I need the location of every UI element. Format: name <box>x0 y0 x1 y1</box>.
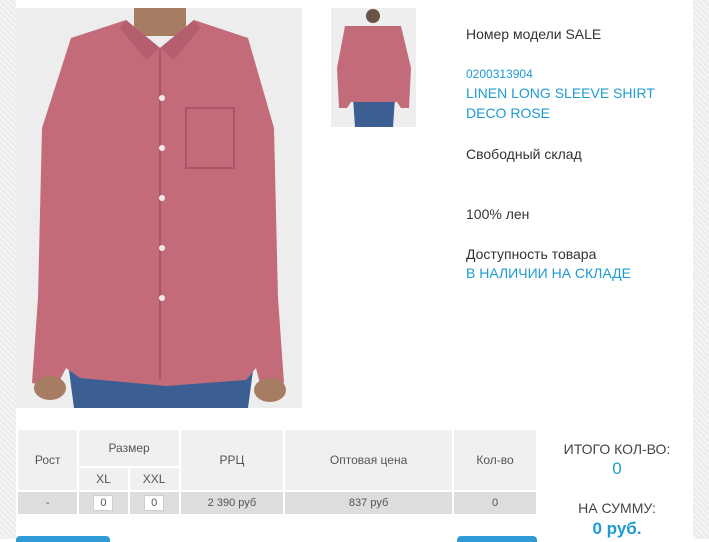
total-sum-value: 0 руб. <box>592 519 642 538</box>
thumbnail-back-view[interactable] <box>331 8 416 127</box>
cell-size-xl: 0 <box>77 490 130 516</box>
cell-qty: 0 <box>452 490 538 516</box>
right-border <box>693 0 709 539</box>
sku-link[interactable]: 0200313904 <box>466 65 533 83</box>
shirt-back-image <box>331 8 416 127</box>
header-rrp: РРЦ <box>178 428 286 492</box>
cell-wholesale: 837 руб <box>283 490 455 516</box>
bottom-right-button[interactable] <box>457 536 537 542</box>
qty-input-xl[interactable]: 0 <box>93 495 114 511</box>
header-height: Рост <box>15 428 80 492</box>
total-qty-value: 0 <box>612 459 622 478</box>
header-qty: Кол-во <box>452 428 538 492</box>
cell-height: - <box>15 490 80 516</box>
shirt-front-image <box>16 8 302 408</box>
model-number-label: Номер модели SALE <box>466 26 602 42</box>
header-size-xxl: XXL <box>127 466 181 492</box>
bottom-left-button[interactable] <box>16 536 110 542</box>
header-size: Размер <box>77 428 181 468</box>
material-label: 100% лен <box>466 206 530 222</box>
main-product-photo[interactable] <box>16 8 302 408</box>
cell-size-xxl: 0 <box>127 490 181 516</box>
table-row: - 0 0 2 390 руб 837 руб 0 <box>15 490 538 516</box>
left-border <box>0 0 16 539</box>
order-table: Рост Размер РРЦ Оптовая цена Кол-во XL X… <box>15 428 538 516</box>
qty-input-xxl[interactable]: 0 <box>144 495 165 511</box>
header-size-xl: XL <box>77 466 130 492</box>
total-qty-label: ИТОГО КОЛ-ВО: <box>563 441 671 457</box>
product-name-line1[interactable]: LINEN LONG SLEEVE SHIRT <box>466 83 655 103</box>
availability-label: Доступность товара <box>466 246 597 262</box>
cell-rrp: 2 390 руб <box>178 490 286 516</box>
availability-value: В НАЛИЧИИ НА СКЛАДЕ <box>466 265 631 281</box>
total-sum-label: НА СУММУ: <box>578 500 656 516</box>
product-name-line2[interactable]: DECO ROSE <box>466 103 550 123</box>
header-wholesale: Оптовая цена <box>283 428 455 492</box>
fit-label: Свободный склад <box>466 146 582 162</box>
